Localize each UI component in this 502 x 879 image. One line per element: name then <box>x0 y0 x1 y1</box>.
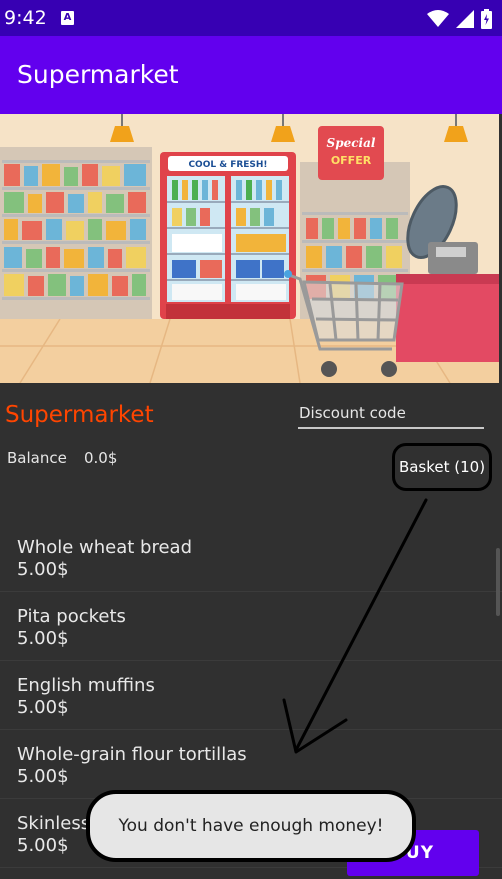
product-price: 5.00$ <box>17 559 69 580</box>
special-offer-sign: Special OFFER <box>318 126 384 180</box>
status-icons <box>427 9 492 29</box>
special-sign-line2: OFFER <box>331 154 372 167</box>
battery-icon <box>481 9 492 29</box>
product-item[interactable]: Whole wheat bread 5.00$ <box>0 523 502 592</box>
notification-icon: A <box>61 11 74 25</box>
supermarket-banner-image: COOL & FRESH! Special OFFER <box>0 114 499 383</box>
discount-code-input[interactable] <box>298 399 484 429</box>
status-bar: 9:42 A <box>0 0 502 36</box>
product-price: 5.00$ <box>17 697 69 718</box>
basket-button[interactable]: Basket (10) <box>392 443 492 491</box>
fridge: COOL & FRESH! <box>160 152 296 319</box>
product-name: Whole-grain flour tortillas <box>17 744 247 765</box>
status-time: 9:42 <box>4 7 47 29</box>
store-name-heading: Supermarket <box>5 402 154 428</box>
product-price: 5.00$ <box>17 628 69 649</box>
product-item[interactable]: Pita pockets 5.00$ <box>0 592 502 661</box>
cell-signal-icon <box>456 10 474 28</box>
wifi-icon <box>427 10 449 27</box>
main-content: Supermarket Balance 0.0$ Basket (10) Who… <box>0 383 502 879</box>
app-title: Supermarket <box>17 60 179 89</box>
toast-message: You don't have enough money! <box>86 790 416 862</box>
product-name: English muffins <box>17 675 155 696</box>
product-name: Pita pockets <box>17 606 126 627</box>
supermarket-illustration: COOL & FRESH! Special OFFER <box>0 114 499 383</box>
balance-label: Balance <box>7 449 67 467</box>
left-shelf <box>0 147 152 319</box>
cool-fresh-sign: COOL & FRESH! <box>188 160 267 170</box>
special-sign-line1: Special <box>327 136 376 150</box>
product-price: 5.00$ <box>17 835 69 856</box>
app-bar: Supermarket <box>0 36 502 114</box>
balance-value: 0.0$ <box>84 449 118 467</box>
product-item[interactable]: English muffins 5.00$ <box>0 661 502 730</box>
list-scrollbar[interactable] <box>496 548 500 616</box>
product-item[interactable]: Whole-grain flour tortillas 5.00$ <box>0 730 502 799</box>
product-name: Whole wheat bread <box>17 537 192 558</box>
product-price: 5.00$ <box>17 766 69 787</box>
